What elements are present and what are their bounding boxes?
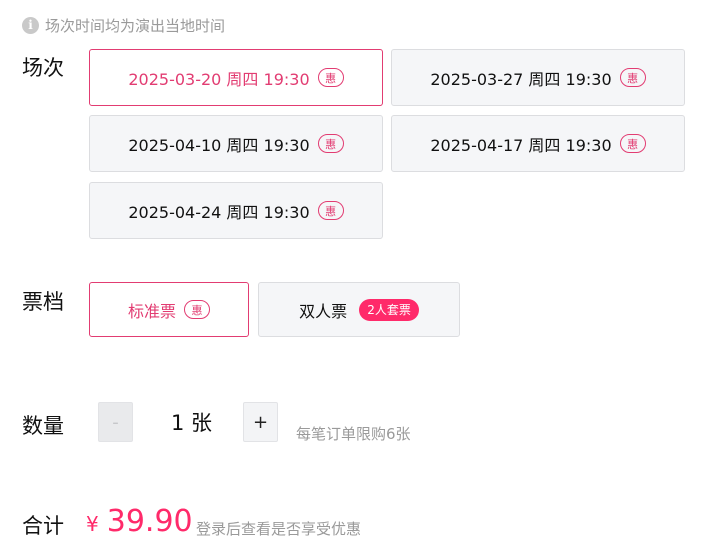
session-option-text: 2025-04-17 周四 19:30 — [430, 135, 612, 155]
quantity-decrease-button[interactable]: - — [98, 402, 133, 442]
discount-badge: 惠 — [317, 134, 344, 153]
timezone-notice: i 场次时间均为演出当地时间 — [22, 14, 225, 36]
session-option-1[interactable]: 2025-03-20 周四 19:30 惠 — [89, 49, 383, 106]
total-amount: 39.90 — [106, 504, 193, 539]
quantity-value: 1 张 — [171, 411, 213, 435]
session-option-text: 2025-04-10 周四 19:30 — [128, 135, 310, 155]
discount-badge: 惠 — [317, 201, 344, 220]
quantity-label: 数量 — [22, 414, 64, 438]
total-price: ¥ 39.90 — [86, 504, 193, 539]
tier-option-double[interactable]: 双人票 2人套票 — [258, 282, 460, 337]
session-option-text: 2025-03-20 周四 19:30 — [128, 69, 310, 89]
session-label: 场次 — [22, 56, 64, 80]
tier-option-text: 标准票 — [127, 301, 176, 321]
session-option-text: 2025-03-27 周四 19:30 — [430, 69, 612, 89]
discount-badge: 惠 — [317, 68, 344, 87]
session-option-3[interactable]: 2025-04-10 周四 19:30 惠 — [89, 115, 383, 172]
info-icon: i — [22, 16, 39, 34]
discount-badge: 惠 — [184, 300, 210, 319]
login-discount-note: 登录后查看是否享受优惠 — [196, 520, 362, 538]
currency-symbol: ¥ — [86, 512, 99, 536]
tier-label: 票档 — [22, 290, 64, 314]
total-label: 合计 — [22, 514, 64, 538]
tier-option-standard[interactable]: 标准票 惠 — [89, 282, 249, 337]
session-option-2[interactable]: 2025-03-27 周四 19:30 惠 — [391, 49, 685, 106]
discount-badge: 惠 — [619, 68, 646, 87]
package-badge: 2人套票 — [359, 298, 419, 321]
timezone-notice-text: 场次时间均为演出当地时间 — [45, 16, 226, 35]
session-option-4[interactable]: 2025-04-17 周四 19:30 惠 — [391, 115, 685, 172]
quantity-increase-button[interactable]: + — [243, 402, 278, 442]
purchase-limit-note: 每笔订单限购6张 — [296, 425, 411, 443]
session-option-text: 2025-04-24 周四 19:30 — [128, 202, 310, 222]
session-option-5[interactable]: 2025-04-24 周四 19:30 惠 — [89, 182, 383, 239]
discount-badge: 惠 — [619, 134, 646, 153]
tier-option-text: 双人票 — [299, 301, 348, 321]
